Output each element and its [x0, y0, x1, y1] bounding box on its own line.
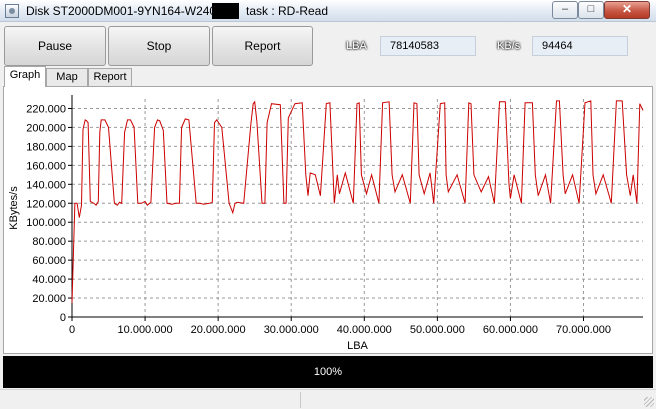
- pause-button[interactable]: Pause: [4, 26, 106, 66]
- y-tick-label: 80.000: [32, 236, 66, 248]
- kbs-label: KB/s: [497, 40, 521, 52]
- x-tick-label: 10.000.000: [118, 324, 173, 336]
- progress-text: 100%: [313, 366, 343, 378]
- close-icon: ✕: [621, 2, 633, 16]
- y-tick-label: 220.000: [26, 103, 66, 115]
- x-tick-label: 40.000.000: [337, 324, 392, 336]
- x-tick-label: 50.000.000: [410, 324, 465, 336]
- window-task: task : RD-Read: [246, 4, 329, 18]
- title-bar: Disk ST2000DM001-9YN164-W240 task : RD-R…: [0, 0, 656, 22]
- app-disk-icon: [5, 4, 19, 18]
- stop-button[interactable]: Stop: [108, 26, 210, 66]
- read-speed-chart: 0 20.000 40.000 60.000 80.000 100.000 120.000 1…: [8, 95, 644, 352]
- y-tick-label: 140.000: [26, 179, 66, 191]
- lba-value-field: 78140583: [380, 36, 476, 56]
- window-title: Disk ST2000DM001-9YN164-W240: [26, 4, 217, 18]
- maximize-icon: □: [587, 3, 595, 15]
- status-bar: [0, 389, 656, 409]
- y-tick-label: 200.000: [26, 122, 66, 134]
- lba-label: LBA: [346, 40, 367, 52]
- progress-bar: 100%: [3, 356, 653, 388]
- y-tick-label: 0: [60, 312, 66, 324]
- report-button[interactable]: Report: [212, 26, 313, 66]
- graph-panel: 0 20.000 40.000 60.000 80.000 100.000 120.000 1…: [3, 86, 653, 354]
- x-tick-label: 20.000.000: [191, 324, 246, 336]
- close-button[interactable]: ✕: [604, 1, 650, 19]
- y-tick-label: 40.000: [32, 274, 66, 286]
- y-tick-label: 160.000: [26, 160, 66, 172]
- x-tick-label: 60.000.000: [483, 324, 538, 336]
- y-axis-label: KBytes/s: [8, 186, 20, 230]
- kbs-value-field: 94464: [532, 36, 628, 56]
- y-tick-label: 20.000: [32, 293, 66, 305]
- x-tick-label: 0: [69, 324, 75, 336]
- tab-report[interactable]: Report: [88, 68, 132, 86]
- x-axis-label: LBA: [347, 340, 368, 352]
- y-tick-label: 120.000: [26, 198, 66, 210]
- y-tick-label: 60.000: [32, 255, 66, 267]
- resize-grip-icon[interactable]: [644, 397, 654, 407]
- x-tick-label: 30.000.000: [264, 324, 319, 336]
- x-tick-label: 70.000.000: [556, 324, 611, 336]
- maximize-button[interactable]: □: [578, 1, 604, 19]
- tab-graph[interactable]: Graph: [4, 66, 46, 87]
- tab-map[interactable]: Map: [46, 68, 88, 86]
- minimize-icon: –: [561, 3, 569, 15]
- y-tick-label: 100.000: [26, 217, 66, 229]
- speed-series-line: [71, 100, 644, 303]
- redaction-box: [212, 3, 239, 19]
- minimize-button[interactable]: –: [552, 1, 578, 19]
- y-tick-label: 180.000: [26, 141, 66, 153]
- status-pane-left: [0, 392, 301, 408]
